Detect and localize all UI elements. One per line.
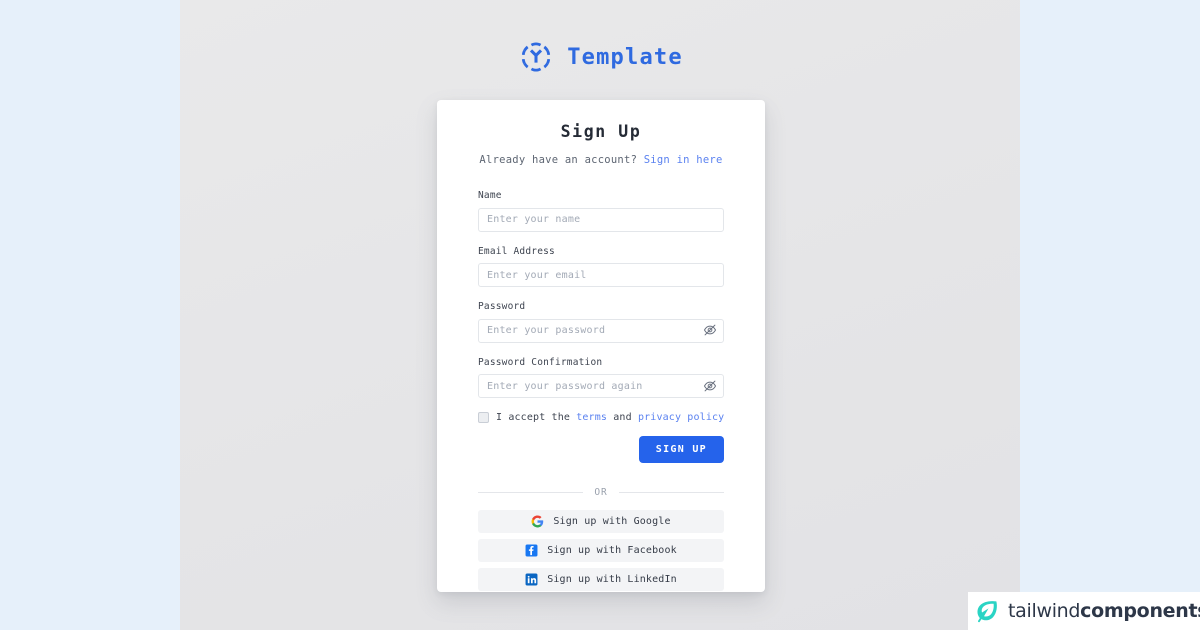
google-signup-button[interactable]: Sign up with Google <box>478 510 724 533</box>
label-email: Email Address <box>478 245 555 257</box>
submit-row: SIGN UP <box>478 436 724 463</box>
facebook-icon <box>525 544 538 557</box>
linkedin-signup-button[interactable]: Sign up with LinkedIn <box>478 568 724 591</box>
signin-link[interactable]: Sign in here <box>644 154 723 166</box>
password-confirmation-input[interactable] <box>478 374 724 398</box>
watermark-text: tailwindcomponents <box>1008 600 1200 622</box>
signin-prompt-text: Already have an account? <box>479 154 638 166</box>
divider-label: OR <box>594 487 608 498</box>
field-password: Password <box>478 301 724 343</box>
field-password-confirmation: Password Confirmation <box>478 356 724 398</box>
signup-form: Name Email Address Password <box>437 190 765 591</box>
brand-name: Template <box>567 44 683 70</box>
hexagon-brackets-y-icon <box>517 38 555 76</box>
page-title: Sign Up <box>560 122 642 141</box>
brand-header: Template <box>0 38 1200 76</box>
eye-slash-icon-confirmation[interactable] <box>703 379 717 393</box>
social-buttons: Sign up with Google Sign up with Faceboo… <box>478 510 724 591</box>
input-wrap-email <box>478 263 724 287</box>
terms-prefix: I accept the <box>496 412 571 423</box>
or-divider: OR <box>478 487 724 498</box>
name-input[interactable] <box>478 207 724 232</box>
terms-text: I accept the terms and privacy policy <box>496 412 724 423</box>
watermark-text-bold: components <box>1080 600 1200 622</box>
label-password-confirmation: Password Confirmation <box>478 356 603 368</box>
watermark-text-regular: tailwind <box>1008 600 1081 622</box>
email-input[interactable] <box>478 263 724 287</box>
password-input[interactable] <box>478 318 724 343</box>
facebook-signup-button[interactable]: Sign up with Facebook <box>478 539 724 562</box>
label-password: Password <box>478 301 526 312</box>
field-name: Name <box>478 190 724 232</box>
label-name: Name <box>478 190 502 201</box>
input-wrap-password-confirmation <box>478 374 724 398</box>
input-wrap-password <box>478 318 724 343</box>
linkedin-signup-label: Sign up with LinkedIn <box>547 574 677 585</box>
terms-row: I accept the terms and privacy policy <box>478 412 724 423</box>
google-signup-label: Sign up with Google <box>553 516 671 527</box>
leaf-icon <box>974 598 1000 624</box>
terms-conjunction: and <box>613 412 632 423</box>
terms-link[interactable]: terms <box>576 412 607 423</box>
input-wrap-name <box>478 207 724 232</box>
facebook-signup-label: Sign up with Facebook <box>547 545 677 556</box>
terms-checkbox[interactable] <box>478 412 489 423</box>
signup-button[interactable]: SIGN UP <box>638 436 724 463</box>
divider-line-left <box>478 492 584 493</box>
eye-slash-icon[interactable] <box>703 323 717 337</box>
privacy-policy-link[interactable]: privacy policy <box>638 412 724 423</box>
divider-line-right <box>618 492 724 493</box>
signin-prompt: Already have an account? Sign in here <box>437 154 765 166</box>
linkedin-icon <box>525 573 538 586</box>
tailwind-components-watermark: tailwindcomponents <box>968 592 1200 630</box>
signup-card: Sign Up Already have an account? Sign in… <box>437 100 765 592</box>
google-icon <box>531 515 544 528</box>
field-email: Email Address <box>478 245 724 287</box>
